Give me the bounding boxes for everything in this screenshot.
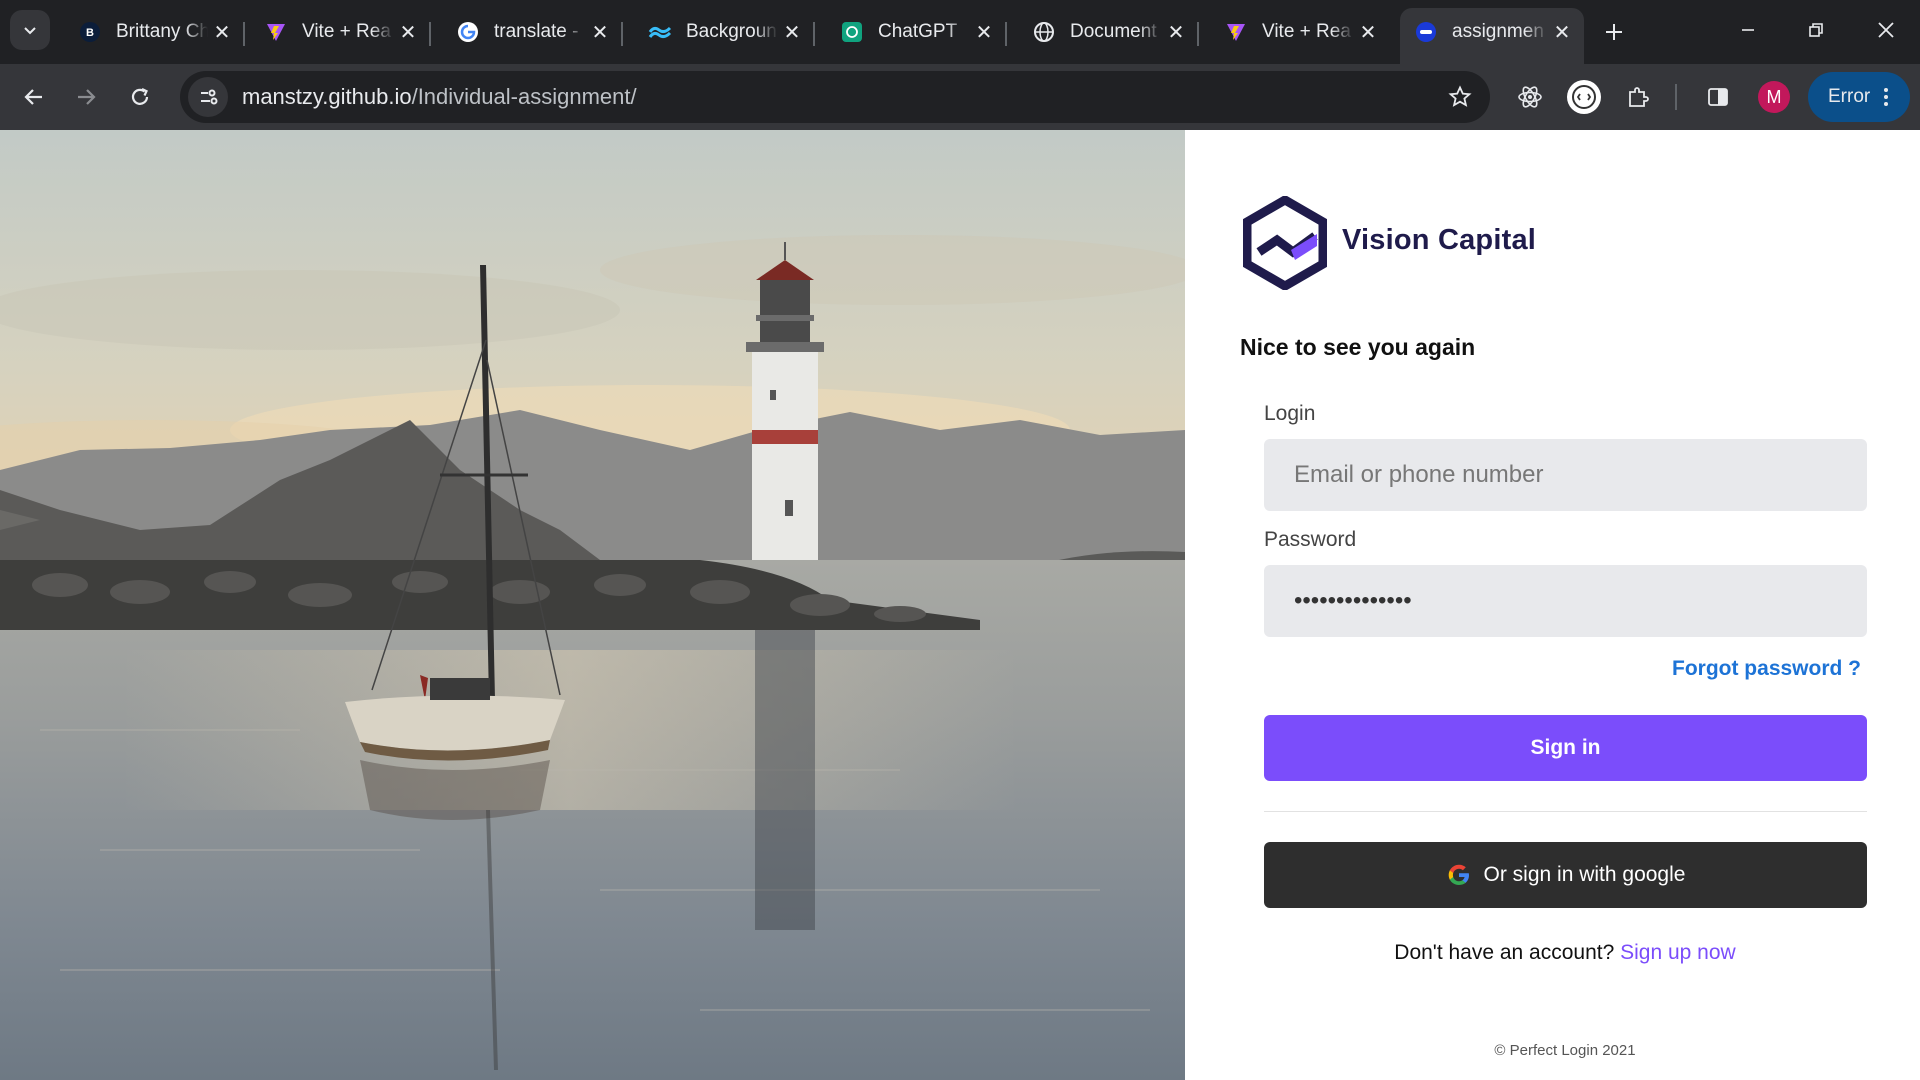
arrow-right-icon	[78, 89, 96, 105]
greeting-heading: Nice to see you again	[1240, 334, 1476, 360]
tab-brittany[interactable]: B Brittany Ch ✕	[64, 8, 245, 56]
url-text: manstzy.github.io/Individual-assignment/	[242, 84, 637, 110]
browser-toolbar: manstzy.github.io/Individual-assignment/…	[0, 64, 1920, 130]
restore-button[interactable]	[1788, 10, 1844, 50]
tab-title: Brittany Ch	[116, 21, 208, 42]
copyright-text: © Perfect Login 2021	[1494, 1042, 1636, 1059]
sign-up-link[interactable]: Sign up now	[1620, 941, 1736, 964]
forward-button[interactable]	[66, 77, 106, 117]
react-devtools-icon[interactable]	[1512, 79, 1548, 115]
url-path: /Individual-assignment/	[411, 84, 637, 109]
vite-icon	[264, 20, 288, 44]
url-host: manstzy.github.io	[242, 84, 412, 109]
chatgpt-icon	[840, 20, 864, 44]
close-icon[interactable]: ✕	[1354, 18, 1382, 46]
login-label: Login	[1264, 402, 1316, 425]
close-icon[interactable]: ✕	[208, 18, 236, 46]
reload-icon	[131, 88, 149, 105]
login-input[interactable]	[1264, 439, 1867, 511]
tab-title: translate -	[494, 21, 579, 42]
tab-title: Document	[1070, 21, 1157, 42]
globe-icon	[1032, 20, 1056, 44]
close-icon[interactable]: ✕	[394, 18, 422, 46]
vision-capital-logo	[1243, 196, 1327, 290]
tailwind-icon	[648, 20, 672, 44]
vite-icon	[1224, 20, 1248, 44]
hero-photo	[0, 130, 1185, 1080]
tab-vite-1[interactable]: Vite + Rea ✕	[250, 8, 431, 56]
minimize-button[interactable]	[1720, 10, 1776, 50]
google-sign-in-button[interactable]: Or sign in with google	[1264, 842, 1867, 908]
close-icon[interactable]: ✕	[1548, 18, 1576, 46]
extension-circle-icon[interactable]	[1566, 79, 1602, 115]
tab-separator	[1005, 22, 1007, 46]
side-panel-icon[interactable]	[1700, 79, 1736, 115]
close-window-button[interactable]	[1858, 10, 1914, 50]
tab-strip: B Brittany Ch ✕ Vite + Rea ✕ translate -…	[0, 0, 1920, 64]
password-input[interactable]	[1264, 565, 1867, 637]
tab-vite-2[interactable]: Vite + Rea ✕	[1210, 8, 1390, 56]
tab-assignment[interactable]: assignmen ✕	[1400, 8, 1584, 64]
lighthouse-landscape-image	[0, 130, 1185, 1080]
signup-row: Don't have an account? Sign up now	[1185, 941, 1920, 965]
reload-button[interactable]	[120, 77, 160, 117]
brand-name: Vision Capital	[1342, 224, 1537, 256]
minimize-icon	[1742, 29, 1754, 31]
sign-in-button[interactable]: Sign in	[1264, 715, 1867, 781]
divider	[1264, 811, 1867, 812]
tab-separator	[429, 22, 431, 46]
address-bar[interactable]: manstzy.github.io/Individual-assignment/	[180, 71, 1490, 123]
restore-icon	[1809, 23, 1823, 37]
login-panel: Vision Capital Nice to see you again Log…	[1185, 130, 1920, 1080]
error-button[interactable]: Error	[1808, 72, 1910, 122]
tab-title: ChatGPT	[878, 21, 958, 42]
profile-avatar[interactable]: M	[1758, 81, 1790, 113]
puzzle-icon[interactable]	[1620, 79, 1656, 115]
tab-search-button[interactable]	[10, 10, 50, 50]
bookmark-star-icon[interactable]	[1444, 81, 1476, 113]
google-icon	[1448, 864, 1469, 885]
tab-translate[interactable]: translate - ✕	[442, 8, 623, 56]
signup-prompt: Don't have an account?	[1394, 941, 1615, 964]
back-button[interactable]	[14, 77, 54, 117]
toolbar-divider	[1674, 79, 1678, 115]
tab-separator	[813, 22, 815, 46]
arrow-left-icon	[24, 89, 42, 105]
forgot-password-link[interactable]: Forgot password ?	[1672, 657, 1861, 681]
close-icon	[1878, 22, 1894, 38]
tab-title: assignmen	[1452, 21, 1544, 42]
google-sign-in-label: Or sign in with google	[1483, 863, 1686, 886]
close-icon[interactable]: ✕	[970, 18, 998, 46]
site-info-icon[interactable]	[188, 77, 228, 117]
tab-separator	[243, 22, 245, 46]
site-icon	[1414, 20, 1438, 44]
letter-b-icon: B	[78, 20, 102, 44]
page-content: Vision Capital Nice to see you again Log…	[0, 130, 1920, 1080]
tab-title: Vite + Rea	[1262, 21, 1351, 42]
password-label: Password	[1264, 528, 1357, 551]
more-vert-icon	[1884, 88, 1889, 106]
tab-background[interactable]: Backgroun ✕	[634, 8, 815, 56]
tab-document[interactable]: Document ✕	[1018, 8, 1199, 56]
chevron-down-icon	[24, 27, 36, 35]
google-icon	[456, 20, 480, 44]
close-icon[interactable]: ✕	[586, 18, 614, 46]
tab-separator	[621, 22, 623, 46]
close-icon[interactable]: ✕	[1162, 18, 1190, 46]
tab-title: Backgroun	[686, 21, 777, 42]
error-label: Error	[1828, 86, 1871, 107]
tab-title: Vite + Rea	[302, 21, 391, 42]
plus-icon	[1606, 24, 1622, 40]
new-tab-button[interactable]	[1596, 14, 1632, 50]
tab-separator	[1197, 22, 1199, 46]
tab-chatgpt[interactable]: ChatGPT ✕	[826, 8, 1007, 56]
close-icon[interactable]: ✕	[778, 18, 806, 46]
svg-text:B: B	[86, 27, 94, 39]
